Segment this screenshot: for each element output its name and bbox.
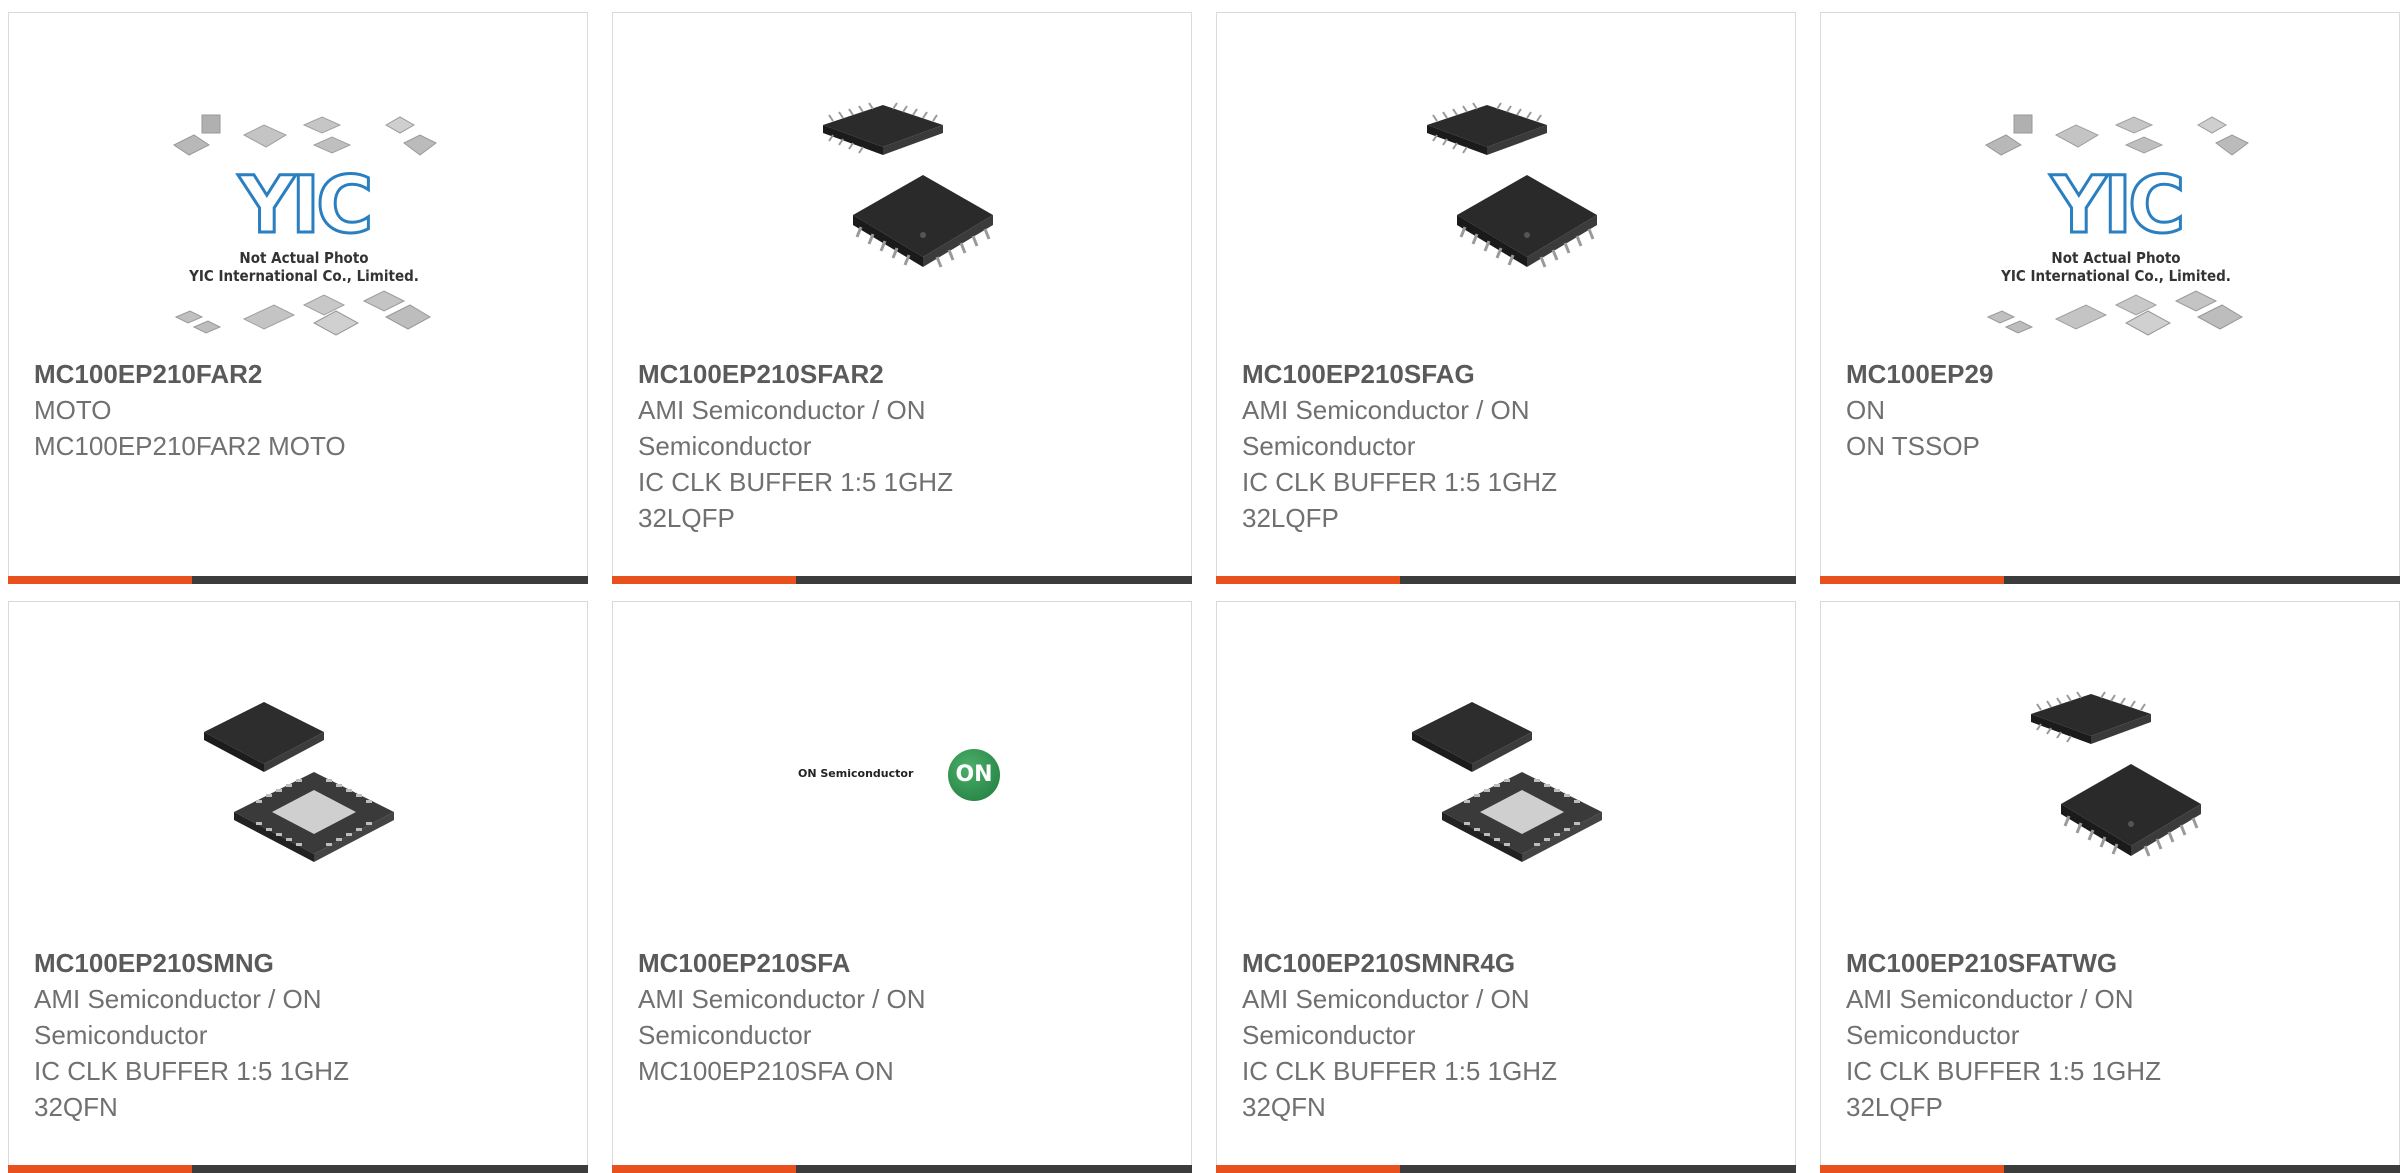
lqfp-chip-icon (2011, 674, 2211, 874)
card-bar-accent (1216, 576, 1400, 584)
card-bar (1216, 1165, 1796, 1173)
card-bar-accent (612, 576, 796, 584)
description: MC100EP210SFA ON (638, 1056, 894, 1086)
lqfp-chip-icon (803, 85, 1003, 285)
card-bar-accent (1820, 1165, 2004, 1173)
part-number[interactable]: MC100EP210FAR2 (34, 356, 562, 392)
yic-logo: YIC (237, 160, 375, 253)
description: ON TSSOP (1846, 431, 1980, 461)
card-bar (612, 576, 1192, 584)
card-bar (8, 1165, 588, 1173)
product-card[interactable]: MC100EP210SFAG AMI Semiconductor / ON Se… (1216, 12, 1796, 584)
manufacturer: AMI Semiconductor / ON Semiconductor (1242, 984, 1530, 1050)
card-bar (612, 1165, 1192, 1173)
card-bar-accent (1216, 1165, 1400, 1173)
placeholder-note: Not Actual Photo (239, 249, 369, 267)
product-card[interactable]: ON Semiconductor ON MC100EP210SFA AMI Se… (612, 601, 1192, 1173)
part-number[interactable]: MC100EP210SFATWG (1846, 945, 2374, 981)
product-card[interactable]: YIC Not Actual Photo YIC International C… (1820, 12, 2400, 584)
card-bar (1820, 1165, 2400, 1173)
part-number[interactable]: MC100EP210SFAG (1242, 356, 1770, 392)
yic-logo: YIC (2049, 160, 2187, 253)
lqfp-chip-icon (1407, 85, 1607, 285)
description: IC CLK BUFFER 1:5 1GHZ 32QFN (34, 1056, 349, 1122)
card-bar-accent (1820, 576, 2004, 584)
product-card[interactable]: MC100EP210SMNR4G AMI Semiconductor / ON … (1216, 601, 1796, 1173)
placeholder-company: YIC International Co., Limited. (2001, 267, 2231, 285)
product-grid: YIC Not Actual Photo YIC International C… (0, 0, 2400, 1173)
product-card[interactable]: MC100EP210SFAR2 AMI Semiconductor / ON S… (612, 12, 1192, 584)
part-number[interactable]: MC100EP210SFA (638, 945, 1166, 981)
placeholder-note: Not Actual Photo (2051, 249, 2181, 267)
on-semiconductor-logo: ON Semiconductor ON (798, 747, 1028, 807)
product-card[interactable]: MC100EP210SMNG AMI Semiconductor / ON Se… (8, 601, 588, 1173)
part-number[interactable]: MC100EP210SFAR2 (638, 356, 1166, 392)
manufacturer: AMI Semiconductor / ON Semiconductor (1242, 395, 1530, 461)
card-bar (1820, 576, 2400, 584)
manufacturer: AMI Semiconductor / ON Semiconductor (638, 984, 926, 1050)
manufacturer: AMI Semiconductor / ON Semiconductor (34, 984, 322, 1050)
manufacturer: AMI Semiconductor / ON Semiconductor (638, 395, 926, 461)
description: IC CLK BUFFER 1:5 1GHZ 32QFN (1242, 1056, 1557, 1122)
description: MC100EP210FAR2 MOTO (34, 431, 346, 461)
manufacturer: MOTO (34, 395, 112, 425)
part-number[interactable]: MC100EP29 (1846, 356, 2374, 392)
product-card[interactable]: YIC Not Actual Photo YIC International C… (8, 12, 588, 584)
description: IC CLK BUFFER 1:5 1GHZ 32LQFP (638, 467, 953, 533)
card-bar-accent (8, 1165, 192, 1173)
product-card[interactable]: MC100EP210SFATWG AMI Semiconductor / ON … (1820, 601, 2400, 1173)
yic-placeholder-icon: YIC Not Actual Photo YIC International C… (1976, 105, 2256, 355)
manufacturer: AMI Semiconductor / ON Semiconductor (1846, 984, 2134, 1050)
on-badge: ON (948, 749, 1000, 801)
qfn-chip-icon (1402, 672, 1612, 882)
qfn-chip-icon (194, 672, 404, 882)
placeholder-company: YIC International Co., Limited. (189, 267, 419, 285)
card-bar (8, 576, 588, 584)
part-number[interactable]: MC100EP210SMNG (34, 945, 562, 981)
card-bar-accent (8, 576, 192, 584)
description: IC CLK BUFFER 1:5 1GHZ 32LQFP (1242, 467, 1557, 533)
yic-placeholder-icon: YIC Not Actual Photo YIC International C… (164, 105, 444, 355)
manufacturer: ON (1846, 395, 1885, 425)
description: IC CLK BUFFER 1:5 1GHZ 32LQFP (1846, 1056, 2161, 1122)
on-wordmark: ON Semiconductor (798, 767, 914, 780)
card-bar (1216, 576, 1796, 584)
part-number[interactable]: MC100EP210SMNR4G (1242, 945, 1770, 981)
card-bar-accent (612, 1165, 796, 1173)
